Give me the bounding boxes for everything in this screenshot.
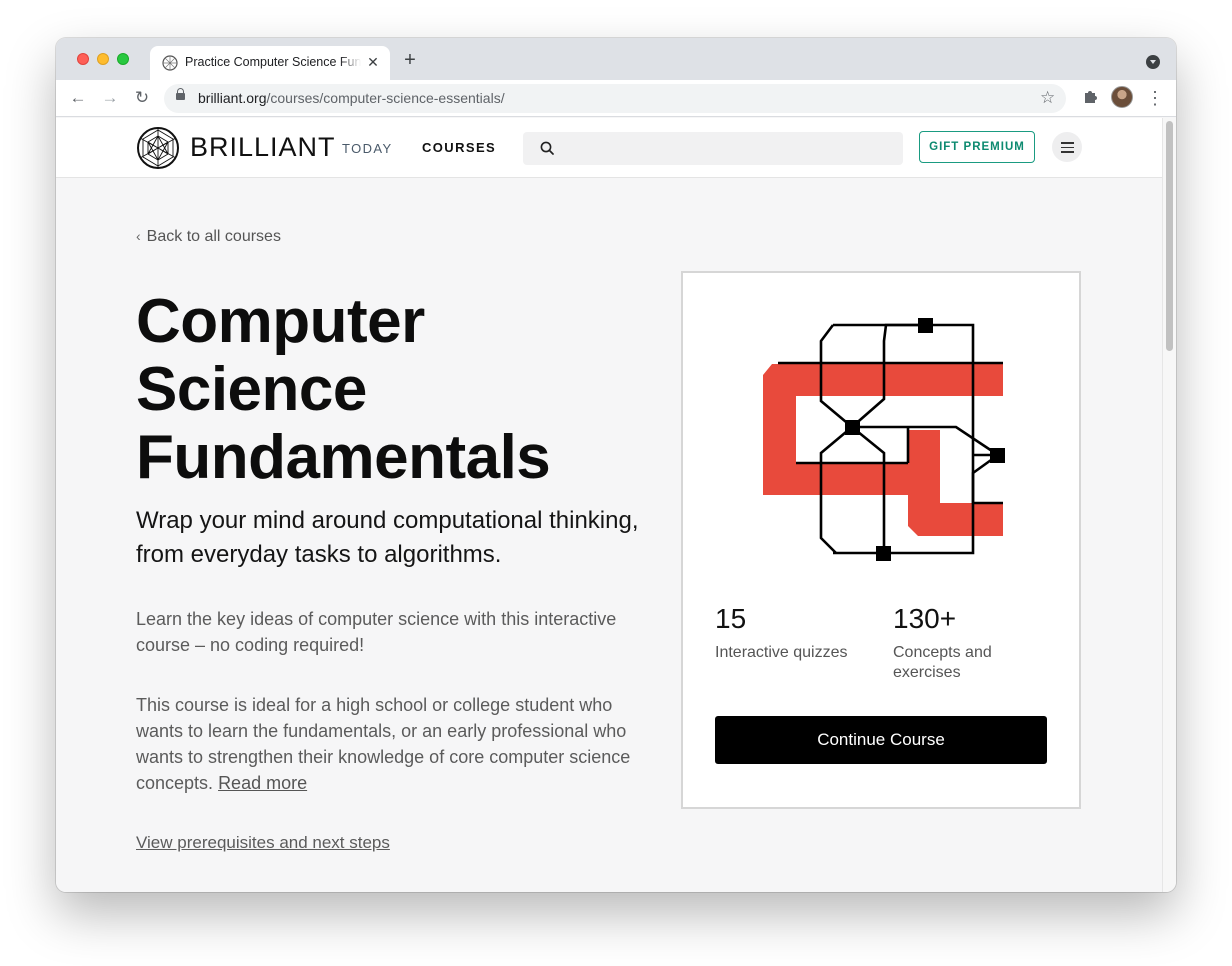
minimize-window-button[interactable] bbox=[97, 53, 109, 65]
prerequisites-link[interactable]: View prerequisites and next steps bbox=[136, 833, 390, 853]
bookmark-star-icon[interactable]: ☆ bbox=[1040, 88, 1055, 108]
course-card: 15 Interactive quizzes 130+ Concepts and… bbox=[681, 271, 1081, 809]
close-window-button[interactable] bbox=[77, 53, 89, 65]
stat-value: 15 bbox=[715, 603, 747, 634]
nav-courses[interactable]: COURSES bbox=[422, 140, 496, 155]
brilliant-logo-icon[interactable] bbox=[136, 126, 180, 170]
site-header: BRILLIANT TODAY COURSES GIFT PREMIUM bbox=[56, 118, 1162, 178]
title-line: Fundamentals bbox=[136, 423, 551, 492]
lock-icon bbox=[176, 88, 185, 100]
chevron-left-icon: ‹ bbox=[136, 228, 141, 244]
nav-today[interactable]: TODAY bbox=[342, 141, 393, 156]
url-text: brilliant.org/courses/computer-science-e… bbox=[198, 90, 505, 106]
stat-label: Concepts and exercises bbox=[893, 644, 992, 681]
course-audience-description: This course is ideal for a high school o… bbox=[136, 692, 656, 796]
extensions-icon[interactable] bbox=[1080, 88, 1100, 108]
course-title: Computer Science Fundamentals bbox=[136, 288, 606, 492]
browser-toolbar: ← → ↻ brilliant.org/courses/computer-sci… bbox=[56, 80, 1176, 117]
course-illustration bbox=[763, 318, 1005, 561]
search-icon bbox=[540, 141, 554, 155]
tab-strip: Practice Computer Science Fundamentals ✕… bbox=[56, 38, 1176, 80]
page-viewport: BRILLIANT TODAY COURSES GIFT PREMIUM ‹ Ba… bbox=[56, 118, 1162, 892]
stat-concepts: 130+ Concepts and exercises bbox=[893, 603, 1043, 683]
hamburger-line bbox=[1061, 146, 1074, 148]
hamburger-menu-button[interactable] bbox=[1052, 132, 1082, 162]
gift-premium-button[interactable]: GIFT PREMIUM bbox=[919, 131, 1035, 163]
forward-button[interactable]: → bbox=[100, 88, 120, 108]
stat-value: 130+ bbox=[893, 603, 957, 634]
back-button[interactable]: ← bbox=[68, 88, 88, 108]
course-description: Learn the key ideas of computer science … bbox=[136, 609, 617, 655]
tab-search-icon[interactable] bbox=[1146, 55, 1160, 69]
stat-quizzes: 15 Interactive quizzes bbox=[715, 603, 865, 663]
hamburger-line bbox=[1061, 142, 1074, 144]
brilliant-favicon-icon bbox=[162, 55, 178, 71]
tab-active[interactable]: Practice Computer Science Fundamentals ✕ bbox=[150, 46, 390, 80]
reload-button[interactable]: ↻ bbox=[132, 88, 152, 108]
page-scrollbar[interactable] bbox=[1162, 118, 1176, 892]
title-line: Computer bbox=[136, 287, 425, 356]
url-path: /courses/computer-science-essentials/ bbox=[266, 90, 505, 106]
tab-title: Practice Computer Science Fundamentals bbox=[185, 55, 361, 69]
title-line: Science bbox=[136, 355, 367, 424]
stat-label: Interactive quizzes bbox=[715, 644, 848, 661]
tab-close-icon[interactable]: ✕ bbox=[365, 54, 381, 70]
url-host: brilliant.org bbox=[198, 90, 267, 106]
scrollbar-thumb[interactable] bbox=[1166, 121, 1173, 351]
audience-text: This course is ideal for a high school o… bbox=[136, 695, 631, 793]
course-subtitle: Wrap your mind around computational thin… bbox=[136, 507, 639, 568]
logo-wordmark[interactable]: BRILLIANT bbox=[190, 132, 336, 163]
back-link-label: Back to all courses bbox=[146, 228, 281, 245]
hamburger-line bbox=[1061, 151, 1074, 153]
browser-window: Practice Computer Science Fundamentals ✕… bbox=[56, 38, 1176, 892]
search-input[interactable] bbox=[523, 132, 903, 165]
new-tab-button[interactable]: + bbox=[400, 50, 420, 70]
browser-menu-icon[interactable]: ⋮ bbox=[1146, 88, 1164, 108]
address-bar[interactable]: brilliant.org/courses/computer-science-e… bbox=[164, 84, 1066, 113]
read-more-link[interactable]: Read more bbox=[218, 773, 307, 793]
back-to-courses-link[interactable]: ‹ Back to all courses bbox=[136, 228, 281, 246]
maximize-window-button[interactable] bbox=[117, 53, 129, 65]
profile-avatar[interactable] bbox=[1111, 86, 1133, 108]
continue-course-button[interactable]: Continue Course bbox=[715, 716, 1047, 764]
